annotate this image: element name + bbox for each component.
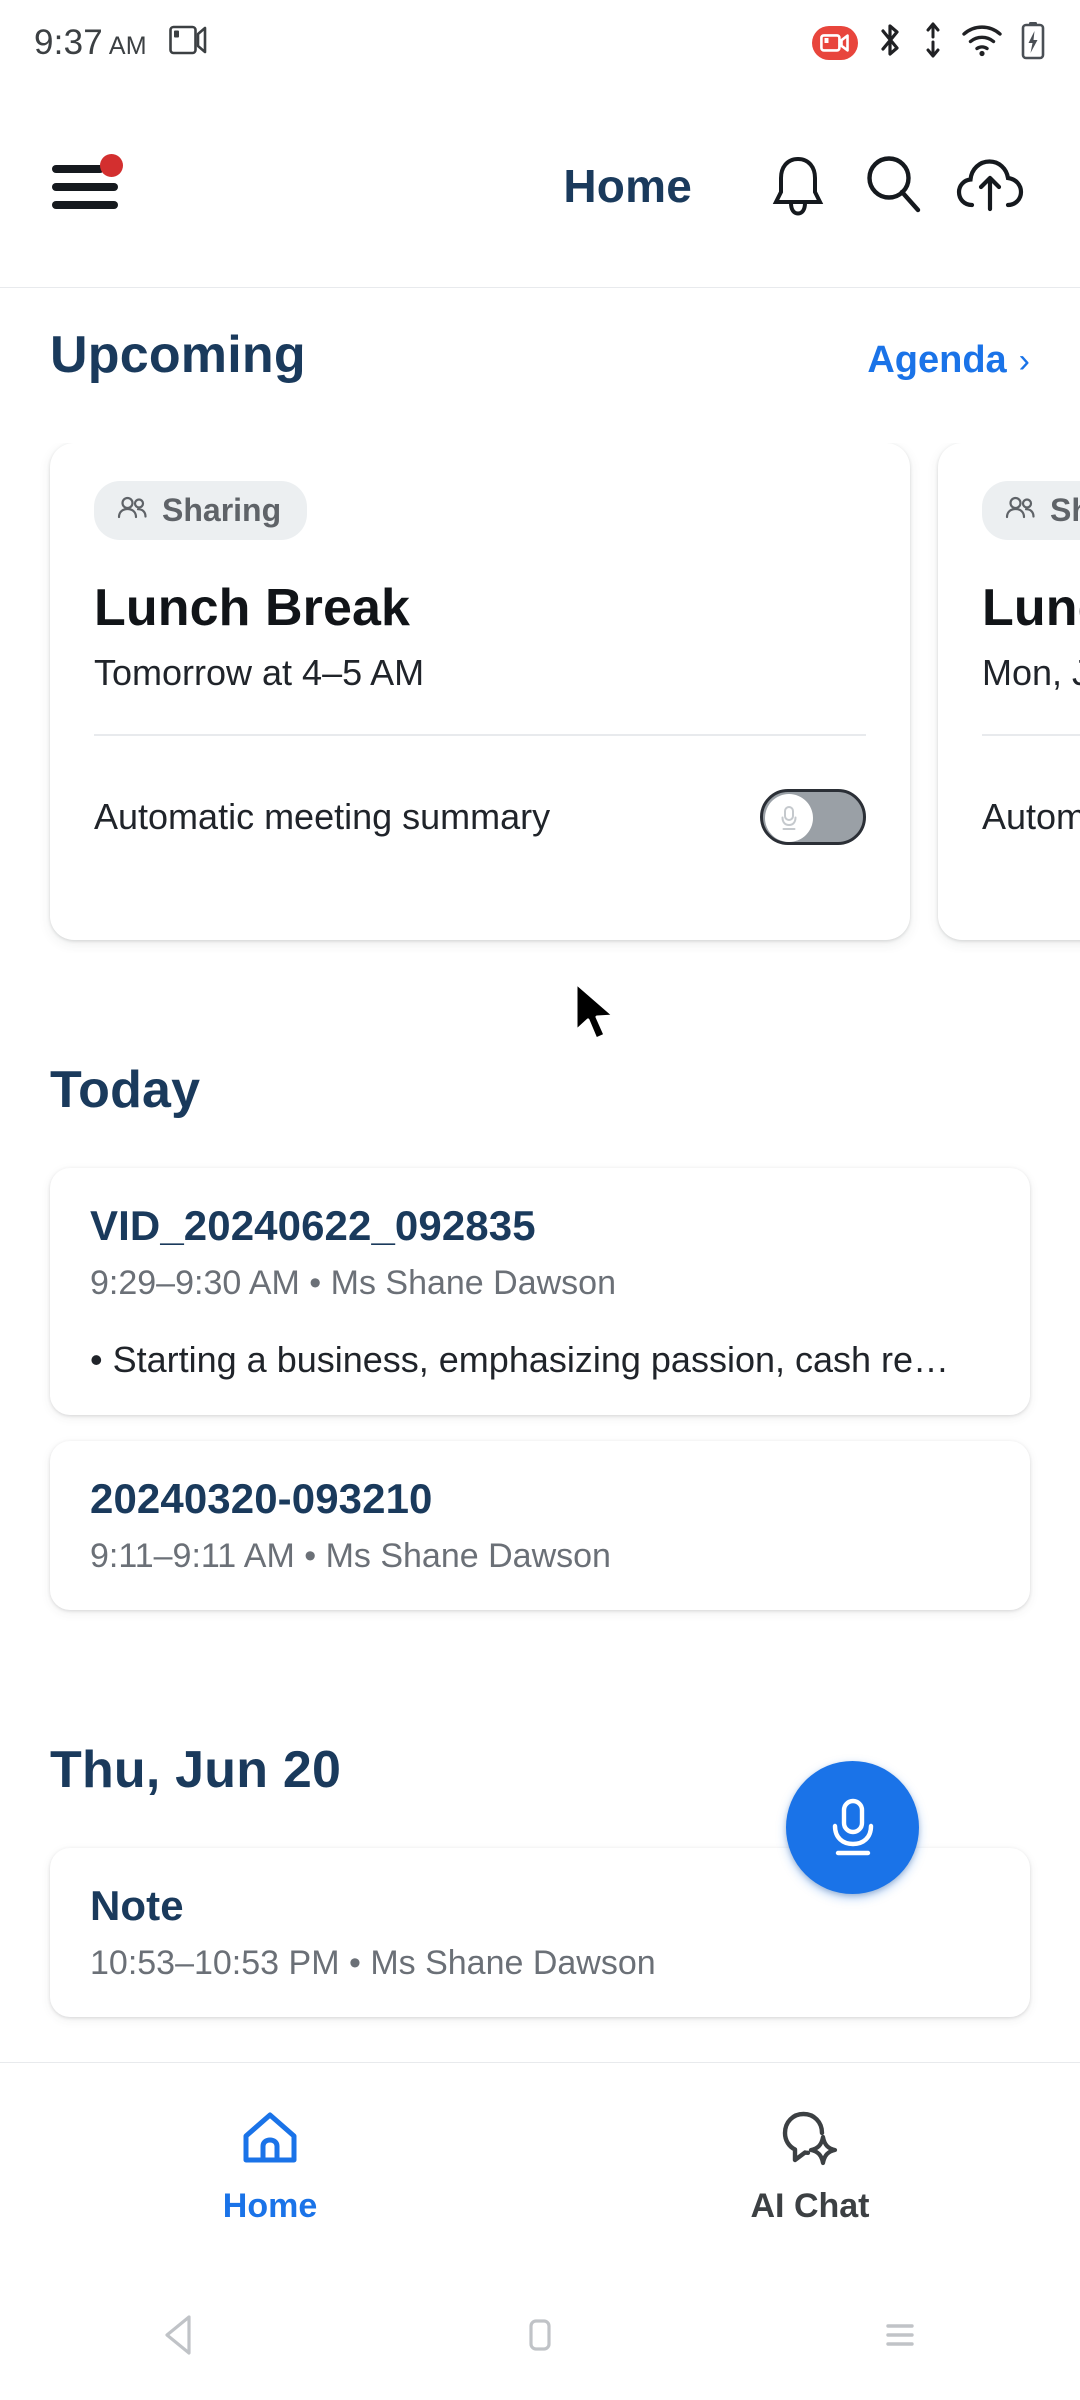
hamburger-bar-2 bbox=[52, 183, 118, 191]
battery-charging-icon bbox=[1020, 20, 1046, 65]
status-badge: Sharing bbox=[982, 481, 1080, 540]
upcoming-card-subtitle: Tomorrow at 4–5 AM bbox=[94, 652, 425, 693]
system-navigation-bar bbox=[0, 2270, 1080, 2400]
upcoming-carousel[interactable]: Sharing Lunch Break Tomorrow at 4–5 AM A… bbox=[0, 443, 1080, 953]
screen-record-icon bbox=[169, 23, 207, 62]
phone-screen: 9:37 AM Home Upcoming Agenda › Sharing L… bbox=[0, 0, 1080, 2400]
microphone-icon bbox=[781, 805, 797, 830]
nav-tab-home-label: Home bbox=[222, 2186, 318, 2225]
header-actions bbox=[750, 138, 1038, 234]
nav-tab-home[interactable]: Home bbox=[0, 2108, 540, 2226]
people-sharing-icon bbox=[1004, 492, 1036, 529]
status-badge-label: Sharing bbox=[162, 492, 282, 528]
status-badge-label: Sharing bbox=[1050, 492, 1080, 528]
notifications-bell-icon[interactable] bbox=[750, 138, 846, 234]
home-icon bbox=[238, 2108, 302, 2173]
list-item[interactable]: VID_20240622_092835 9:29–9:30 AM • Ms Sh… bbox=[50, 1168, 1030, 1415]
list-item-title: 20240320-093210 bbox=[90, 1475, 433, 1522]
back-triangle-icon[interactable] bbox=[115, 2270, 245, 2400]
card-divider bbox=[94, 734, 866, 736]
status-badge: Sharing bbox=[94, 481, 308, 540]
upcoming-card[interactable]: Sharing Lunch Break Mon, Jun 24 at 4–5 A… bbox=[938, 443, 1080, 940]
nav-tab-ai-chat-label: AI Chat bbox=[750, 2186, 870, 2225]
hamburger-menu-icon[interactable] bbox=[52, 154, 123, 212]
list-item[interactable]: 20240320-093210 9:11–9:11 AM • Ms Shane … bbox=[50, 1441, 1030, 1610]
hamburger-bar-3 bbox=[52, 201, 118, 209]
upcoming-title: Upcoming bbox=[50, 326, 306, 384]
auto-summary-row: Automatic meeting summary bbox=[982, 789, 1080, 845]
agenda-link-label: Agenda bbox=[867, 339, 1007, 381]
auto-summary-label: Automatic meeting summary bbox=[982, 795, 1080, 837]
menu-notification-badge bbox=[100, 154, 123, 177]
upcoming-card-title: Lunch Break bbox=[982, 579, 1080, 637]
bottom-navigation: Home AI Chat bbox=[0, 2062, 1080, 2270]
record-fab-button[interactable] bbox=[786, 1761, 919, 1894]
bluetooth-icon bbox=[875, 21, 905, 64]
upcoming-card[interactable]: Sharing Lunch Break Tomorrow at 4–5 AM A… bbox=[50, 443, 910, 940]
video-recording-badge-icon bbox=[812, 25, 858, 60]
list-item-summary: • Starting a business, emphasizing passi… bbox=[90, 1339, 950, 1380]
card-divider bbox=[982, 734, 1080, 736]
list-item-title: VID_20240622_092835 bbox=[90, 1202, 536, 1249]
page-title: Home bbox=[563, 160, 692, 212]
today-heading: Today bbox=[50, 1061, 201, 1119]
status-bar: 9:37 AM bbox=[0, 0, 1080, 85]
microphone-icon bbox=[832, 1798, 873, 1855]
list-item-meta: 9:11–9:11 AM • Ms Shane Dawson bbox=[90, 1537, 611, 1575]
date-heading: Thu, Jun 20 bbox=[50, 1741, 342, 1799]
toggle-knob bbox=[765, 793, 813, 842]
upcoming-card-subtitle: Mon, Jun 24 at 4–5 AM bbox=[982, 652, 1080, 693]
wifi-icon bbox=[961, 23, 1003, 62]
auto-summary-label: Automatic meeting summary bbox=[94, 795, 551, 837]
auto-summary-row: Automatic meeting summary bbox=[94, 788, 866, 845]
recents-lines-icon[interactable] bbox=[835, 2270, 965, 2400]
data-transfer-icon bbox=[922, 21, 944, 64]
status-bar-clock: 9:37 AM bbox=[34, 22, 147, 62]
upcoming-section-header: Upcoming Agenda › bbox=[0, 325, 1080, 385]
cloud-upload-icon[interactable] bbox=[942, 138, 1038, 234]
ai-chat-icon bbox=[778, 2108, 842, 2173]
list-item-meta: 10:53–10:53 PM • Ms Shane Dawson bbox=[90, 1944, 656, 1982]
upcoming-card-title: Lunch Break bbox=[94, 579, 411, 637]
list-item-meta: 9:29–9:30 AM • Ms Shane Dawson bbox=[90, 1264, 616, 1302]
search-icon[interactable] bbox=[846, 138, 942, 234]
home-square-icon[interactable] bbox=[475, 2270, 605, 2400]
mouse-cursor bbox=[572, 981, 626, 1047]
status-bar-left: 9:37 AM bbox=[34, 23, 207, 63]
auto-summary-toggle[interactable] bbox=[760, 788, 866, 845]
app-header: Home bbox=[0, 85, 1080, 288]
hamburger-bar-1 bbox=[52, 165, 104, 173]
agenda-link[interactable]: Agenda › bbox=[867, 339, 1030, 382]
people-sharing-icon bbox=[116, 492, 148, 529]
chevron-right-icon: › bbox=[1018, 341, 1030, 380]
nav-tab-ai-chat[interactable]: AI Chat bbox=[540, 2108, 1080, 2226]
status-bar-right bbox=[812, 20, 1046, 65]
